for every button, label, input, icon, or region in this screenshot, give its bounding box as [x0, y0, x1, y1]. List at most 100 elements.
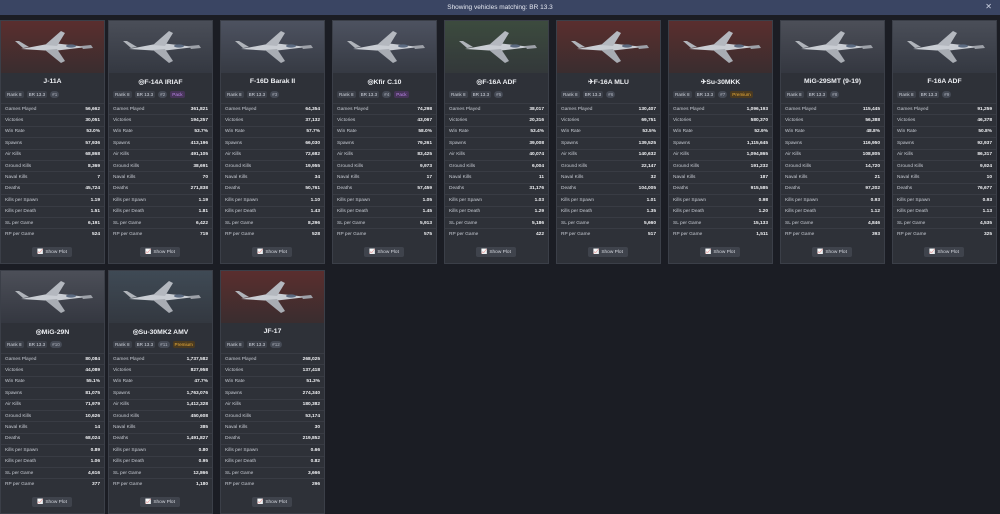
stat-row: Games Played 56,662: [1, 103, 104, 114]
close-icon[interactable]: ✕: [985, 2, 992, 11]
stat-value: 12,866: [193, 470, 208, 476]
show-plot-button[interactable]: 📈 Show Plot: [700, 247, 740, 257]
stat-row: Spawns 274,340: [221, 387, 324, 398]
show-plot-button[interactable]: 📈 Show Plot: [140, 247, 180, 257]
stat-value: 7: [97, 175, 100, 181]
stat-label: SL per Game: [225, 220, 254, 226]
show-plot-label: Show Plot: [153, 499, 175, 505]
stat-label: Kills per Death: [897, 209, 929, 215]
stat-label: Ground Kills: [785, 163, 812, 169]
stat-value: 268,025: [302, 356, 320, 362]
aircraft-image: [557, 21, 660, 73]
stat-label: SL per Game: [5, 220, 34, 226]
stat-label: Kills per Spawn: [673, 197, 707, 203]
stats-table: Games Played 115,445 Victories 56,388 Wi…: [781, 103, 884, 240]
stat-row: RP per Game 393: [781, 228, 884, 239]
stat-row: Naval Kills 14: [1, 421, 104, 432]
stat-label: Victories: [113, 368, 132, 374]
stat-value: 20,316: [529, 118, 544, 124]
stat-row: Ground Kills 9,973: [333, 159, 436, 171]
stat-row: Ground Kills 191,232: [669, 159, 772, 171]
stat-row: Ground Kills 450,608: [109, 409, 212, 421]
stat-label: RP per Game: [785, 231, 815, 237]
show-plot-button[interactable]: 📈 Show Plot: [924, 247, 964, 257]
stat-value: 0.80: [198, 447, 208, 453]
index-badge: #9: [942, 91, 952, 98]
stat-value: 53,174: [305, 413, 320, 419]
br-badge: BR 13.3: [246, 91, 268, 98]
stat-value: 1.12: [870, 209, 880, 215]
stat-label: Games Played: [5, 106, 37, 112]
stat-row: Deaths 68,024: [1, 432, 104, 444]
stat-label: SL per Game: [897, 220, 926, 226]
stat-row: Naval Kills 385: [109, 421, 212, 432]
stat-row: Victories 580,370: [669, 114, 772, 125]
stat-row: RP per Game 1,180: [109, 478, 212, 489]
stat-label: Air Kills: [561, 152, 577, 158]
br-badge: BR 13.3: [694, 91, 716, 98]
stat-row: Kills per Spawn 1.19: [109, 194, 212, 205]
stat-value: 5,913: [419, 220, 432, 226]
show-plot-button[interactable]: 📈 Show Plot: [364, 247, 404, 257]
stat-row: Games Played 361,821: [109, 103, 212, 114]
aircraft-image: [221, 271, 324, 323]
stat-row: Kills per Death 1.51: [1, 205, 104, 217]
aircraft-image: [445, 21, 548, 73]
show-plot-button[interactable]: 📈 Show Plot: [252, 247, 292, 257]
stat-label: Spawns: [337, 140, 355, 146]
stat-row: Victories 20,316: [445, 114, 548, 125]
stat-label: Kills per Death: [113, 459, 145, 465]
stats-table: Games Played 74,298 Victories 43,067 Win…: [333, 103, 436, 240]
index-badge: #7: [718, 91, 728, 98]
vehicle-card: ◎F-16A ADF Rank 8 BR 13.3 #5 Games Playe…: [444, 20, 549, 264]
stats-table: Games Played 38,017 Victories 20,316 Win…: [445, 103, 548, 240]
stat-value: 53.4%: [530, 129, 544, 135]
stat-row: Naval Kills 11: [445, 171, 548, 182]
stat-row: Win Rate 53.4%: [445, 125, 548, 137]
stat-label: Naval Kills: [561, 175, 584, 181]
show-plot-button[interactable]: 📈 Show Plot: [252, 497, 292, 507]
rank-badge: Rank 8: [449, 91, 468, 98]
show-plot-button[interactable]: 📈 Show Plot: [32, 247, 72, 257]
stat-value: 8,369: [87, 163, 100, 169]
stat-label: Kills per Death: [785, 209, 817, 215]
stat-row: Win Rate 53.7%: [109, 125, 212, 137]
show-plot-button[interactable]: 📈 Show Plot: [140, 497, 180, 507]
show-plot-button[interactable]: 📈 Show Plot: [588, 247, 628, 257]
badge-row: Rank 8 BR 13.3 #4 Pack: [333, 90, 436, 99]
stat-row: Deaths 31,176: [445, 182, 548, 194]
stat-value: 108,805: [862, 152, 880, 158]
vehicle-card: ◎Su-30MK2 AMV Rank 8 BR 13.3 #11 Premium…: [108, 270, 213, 514]
stat-row: Ground Kills 10,626: [1, 409, 104, 421]
jet-icon: [795, 31, 873, 63]
show-plot-button[interactable]: 📈 Show Plot: [812, 247, 852, 257]
stat-value: 71,979: [85, 402, 100, 408]
stat-row: Win Rate 53.5%: [557, 125, 660, 137]
show-plot-label: Show Plot: [825, 249, 847, 255]
stat-label: Kills per Spawn: [337, 197, 371, 203]
stat-value: 827,958: [190, 368, 208, 374]
vehicle-name: ✈F-16A MLU: [588, 79, 629, 86]
stat-label: Ground Kills: [225, 163, 252, 169]
aircraft-image: [221, 21, 324, 73]
show-plot-button[interactable]: 📈 Show Plot: [32, 497, 72, 507]
stat-row: RP per Game 296: [221, 478, 324, 489]
stat-value: 52.9%: [754, 129, 768, 135]
badge-row: Rank 8 BR 13.3 #7 Premium: [669, 90, 772, 99]
stat-label: Ground Kills: [897, 163, 924, 169]
stat-label: Kills per Spawn: [113, 447, 147, 453]
stat-row: RP per Game 325: [893, 228, 996, 239]
stat-row: Spawns 39,008: [445, 137, 548, 148]
stat-label: Victories: [785, 118, 804, 124]
stat-value: 1,511: [756, 231, 768, 237]
stat-value: 915,585: [750, 186, 768, 192]
stat-label: Deaths: [449, 186, 465, 192]
stat-value: 53.7%: [194, 129, 208, 135]
stat-value: 1,412,328: [186, 402, 208, 408]
show-plot-button[interactable]: 📈 Show Plot: [476, 247, 516, 257]
vehicle-name: F-16D Barak II: [249, 78, 296, 85]
stat-label: Naval Kills: [785, 175, 808, 181]
stat-label: Kills per Spawn: [113, 197, 147, 203]
stat-value: 1.19: [90, 197, 100, 203]
stat-label: Win Rate: [897, 129, 917, 135]
